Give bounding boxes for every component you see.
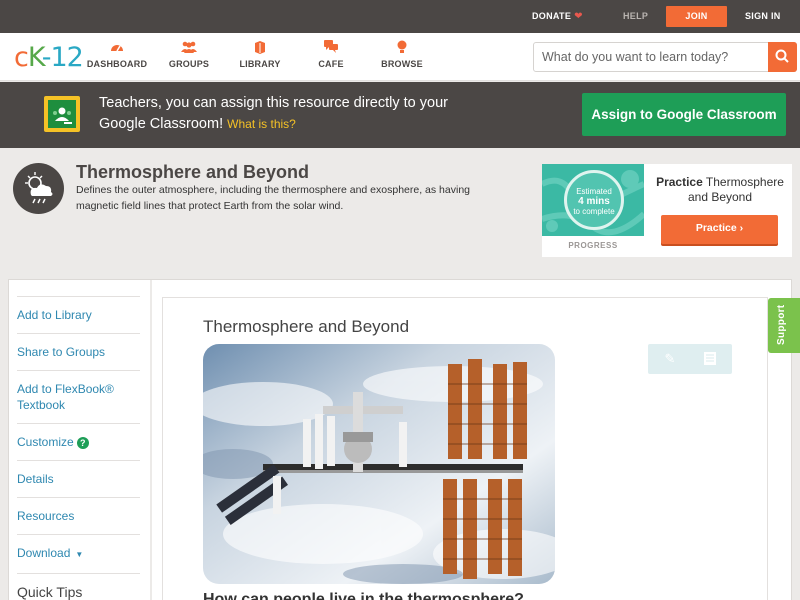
search-input[interactable] — [534, 43, 769, 71]
donate-link[interactable]: DONATE ❤ — [532, 0, 583, 33]
browse-icon — [367, 40, 437, 58]
sidebar-item-add-to-flexbook[interactable]: Add to FlexBook® Textbook — [17, 371, 140, 424]
sidebar-item-quick-tips[interactable]: Quick Tips — [17, 574, 140, 600]
help-icon[interactable]: ? — [76, 437, 89, 449]
content-card: Add to Library Share to Groups Add to Fl… — [8, 279, 792, 600]
practice-title: Practice Thermosphere and Beyond — [656, 175, 784, 204]
cafe-icon — [296, 40, 366, 58]
dashboard-icon — [82, 40, 152, 58]
search-button[interactable] — [768, 42, 797, 72]
sidebar-item-resources[interactable]: Resources — [17, 498, 140, 535]
pencil-icon[interactable]: ✎ — [663, 351, 677, 366]
space-station-image — [203, 344, 555, 584]
google-classroom-banner: Teachers, you can assign this resource d… — [0, 82, 800, 148]
search-icon — [775, 49, 789, 63]
main-nav: cK-12 DASHBOARD GROUPS LIBRARY CAFE BROW… — [0, 33, 800, 81]
utility-bar: DONATE ❤ HELP JOIN SIGN IN — [0, 0, 800, 33]
search-box — [533, 42, 797, 72]
sidebar-item-share-to-groups[interactable]: Share to Groups — [17, 334, 140, 371]
caret-down-icon: ▼ — [75, 550, 84, 559]
estimated-time-badge: Estimated 4 mins to complete — [564, 170, 624, 230]
weather-cloud-icon — [13, 163, 64, 214]
sidebar-divider — [150, 280, 152, 600]
sidebar-item-customize[interactable]: Customize? — [17, 424, 140, 461]
notes-icon[interactable] — [703, 351, 717, 366]
nav-library[interactable]: LIBRARY — [225, 40, 295, 69]
join-button[interactable]: JOIN — [666, 6, 727, 27]
nav-cafe[interactable]: CAFE — [296, 40, 366, 69]
support-tab[interactable]: Support — [768, 298, 800, 353]
library-icon — [225, 40, 295, 58]
nav-groups[interactable]: GROUPS — [154, 40, 224, 69]
concept-title: Thermosphere and Beyond — [76, 162, 310, 182]
progress-graphic: Estimated 4 mins to complete — [542, 164, 644, 236]
sidebar-item-download[interactable]: Download ▼ — [17, 535, 140, 574]
sidebar: Add to Library Share to Groups Add to Fl… — [17, 296, 140, 600]
sidebar-item-details[interactable]: Details — [17, 461, 140, 498]
reader-title: Thermosphere and Beyond — [203, 317, 410, 336]
google-classroom-icon — [44, 96, 80, 132]
ck12-logo[interactable]: cK-12 — [14, 42, 84, 73]
google-classroom-message: Teachers, you can assign this resource d… — [99, 95, 448, 132]
sidebar-item-add-to-library[interactable]: Add to Library — [17, 296, 140, 334]
practice-button[interactable]: Practice › — [661, 215, 778, 244]
progress-label: PROGRESS — [568, 241, 618, 250]
concept-description: Defines the outer atmosphere, including … — [76, 184, 470, 212]
reader-tools: ✎ — [648, 344, 732, 374]
section-heading: How can people live in the thermosphere? — [203, 591, 524, 600]
concept-header: Thermosphere and Beyond Defines the oute… — [0, 148, 800, 272]
chevron-right-icon: › — [739, 222, 744, 234]
help-link[interactable]: HELP — [623, 0, 648, 33]
nav-dashboard[interactable]: DASHBOARD — [82, 40, 152, 69]
progress-practice-panel: Estimated 4 mins to complete PROGRESS Pr… — [542, 164, 792, 257]
what-is-this-link[interactable]: What is this? — [227, 117, 296, 131]
sign-in-link[interactable]: SIGN IN — [745, 0, 781, 33]
reader-panel: Thermosphere and Beyond ✎ How can people… — [162, 297, 768, 600]
assign-google-classroom-button[interactable]: Assign to Google Classroom — [582, 93, 786, 136]
nav-browse[interactable]: BROWSE — [367, 40, 437, 69]
groups-icon — [154, 40, 224, 58]
heart-icon: ❤ — [574, 11, 583, 22]
